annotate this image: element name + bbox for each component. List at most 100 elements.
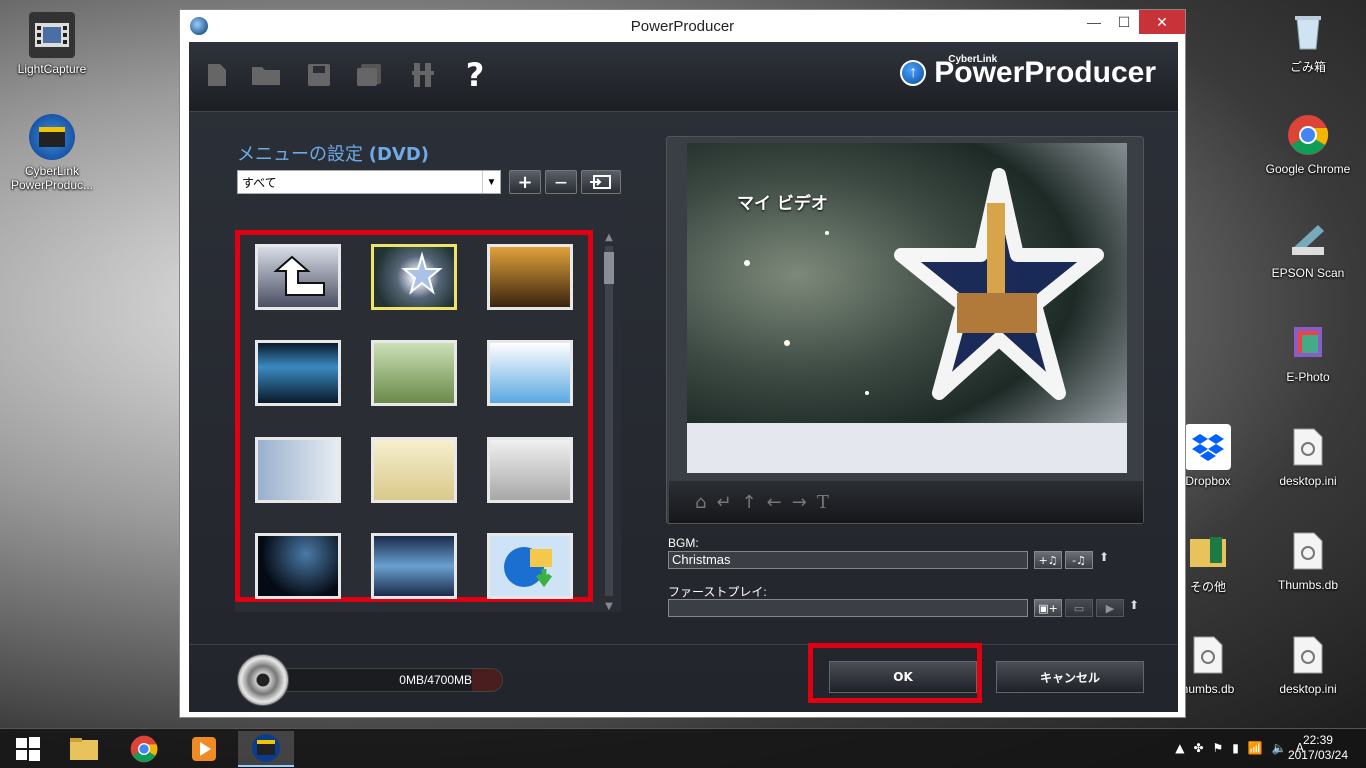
film-icon (29, 12, 75, 58)
desktop-icon-label: ごみ箱 (1289, 60, 1326, 74)
menu-settings-title: メニューの設定 (DVD) (237, 140, 429, 166)
save-as-icon[interactable] (355, 60, 383, 90)
photo-app-icon (1285, 320, 1331, 366)
clock-time: 22:39 (1302, 733, 1333, 747)
powerproducer-window: PowerProducer — ☐ ✕ ? ↑ CyberLink PowerP… (179, 9, 1186, 718)
start-button[interactable] (0, 731, 56, 767)
home-icon[interactable]: ⌂ (695, 492, 706, 513)
disc-capacity-bar: 0MB/4700MB (285, 668, 503, 692)
template-thumb-night-scene[interactable] (255, 533, 341, 599)
preview-navigation: ⌂ ↵ ↑ ← → T (669, 481, 1143, 523)
pin-icon[interactable]: ⬆ (1099, 550, 1109, 564)
cancel-button[interactable]: キャンセル (996, 661, 1144, 693)
settings-file-icon (1185, 632, 1231, 678)
scroll-up-icon[interactable]: ▲ (602, 232, 616, 243)
play-icon: ▶ (1105, 601, 1115, 615)
cyberlink-logo: ↑ CyberLink PowerProducer (900, 54, 1156, 90)
import-icon (590, 175, 611, 189)
taskbar-media-player[interactable] (176, 731, 232, 767)
taskbar-chrome[interactable] (116, 731, 172, 767)
bottom-divider (189, 644, 1178, 645)
dropbox-icon (1185, 424, 1231, 470)
desktop-icon-lightcapture[interactable]: LightCapture (4, 12, 100, 76)
template-thumb-watercolor-myvideo[interactable] (487, 340, 573, 406)
desktop-icon-label: E-Photo (1286, 370, 1330, 384)
logo-small-text: CyberLink (948, 54, 998, 65)
main-toolbar: ? ↑ CyberLink PowerProducer (189, 42, 1178, 112)
powerproducer-icon (29, 114, 75, 160)
template-thumb-green-myvideo[interactable] (371, 340, 457, 406)
template-thumb-blue-band[interactable] (255, 340, 341, 406)
back-arrow-icon (273, 255, 325, 296)
desktop-icon-ephoto[interactable]: E-Photo (1260, 320, 1356, 384)
save-icon[interactable] (305, 60, 333, 90)
open-folder-icon[interactable] (249, 60, 283, 90)
add-music-button[interactable]: +♫ (1034, 551, 1062, 569)
desktop-icon-recycle-bin[interactable]: ごみ箱 (1260, 8, 1356, 75)
taskbar-powerproducer[interactable] (238, 731, 294, 767)
add-video-icon: ▣+ (1038, 601, 1058, 615)
preview-panel: マイ ビデオ ⌂ ↵ ↑ ← → T (666, 136, 1144, 524)
taskbar-clock[interactable]: 22:39 2017/03/24 (1288, 733, 1348, 763)
volume-icon[interactable]: 🔈 (1272, 741, 1287, 755)
recycle-bin-icon (1285, 8, 1331, 54)
menu-preview[interactable]: マイ ビデオ (687, 143, 1127, 473)
desktop-icon-epson-scan[interactable]: EPSON Scan (1260, 216, 1356, 280)
minimize-button[interactable]: — (1079, 10, 1109, 34)
add-first-play-button[interactable]: ▣+ (1034, 599, 1062, 617)
remove-music-button[interactable]: -♫ (1065, 551, 1093, 569)
up-arrow-icon[interactable]: ↑ (742, 492, 757, 513)
powerproducer-icon (252, 734, 280, 762)
first-play-field[interactable] (668, 599, 1028, 617)
template-thumb-floral-couple[interactable] (371, 437, 457, 503)
desktop-icon-desktop-ini[interactable]: desktop.ini (1260, 424, 1356, 488)
template-filter-select[interactable]: すべて ▼ (237, 170, 501, 194)
settings-file-icon (1285, 632, 1331, 678)
text-tool-icon[interactable]: T (817, 492, 829, 513)
left-arrow-icon[interactable]: ← (767, 492, 782, 513)
template-thumb-back[interactable] (255, 244, 341, 310)
template-thumb-download[interactable] (487, 533, 573, 599)
taskbar-explorer[interactable] (56, 731, 112, 767)
desktop-icon-desktop-ini-2[interactable]: desktop.ini (1260, 632, 1356, 696)
add-template-button[interactable]: + (509, 170, 541, 194)
import-template-button[interactable] (581, 170, 621, 194)
tray-flag-icon[interactable]: ⚑ (1213, 741, 1224, 755)
tray-app-icon[interactable]: ✤ (1193, 741, 1203, 755)
scroll-down-icon[interactable]: ▼ (602, 601, 616, 612)
taskbar: ▲ ✤ ⚑ ▮ 📶 🔈 A 22:39 2017/03/24 (0, 728, 1366, 768)
template-thumb-soft-blue-couple[interactable] (255, 437, 341, 503)
window-title: PowerProducer (630, 17, 735, 35)
remove-first-play-button[interactable]: ▭ (1065, 599, 1093, 617)
gallery-scrollbar[interactable]: ▲ ▼ (602, 232, 616, 612)
help-icon[interactable]: ? (461, 56, 489, 94)
chevron-down-icon[interactable]: ▼ (482, 171, 500, 193)
remove-template-button[interactable]: — (545, 170, 577, 194)
battery-icon[interactable]: ▮ (1232, 741, 1239, 755)
desktop-icon-powerproducer[interactable]: CyberLink PowerProduc... (4, 114, 100, 192)
pin-icon[interactable]: ⬆ (1129, 598, 1139, 612)
clock-date: 2017/03/24 (1287, 748, 1348, 762)
scroll-thumb[interactable] (604, 252, 614, 284)
close-button[interactable]: ✕ (1139, 10, 1185, 34)
tools-icon[interactable] (409, 60, 437, 90)
desktop-icon-thumbs-db[interactable]: Thumbs.db (1260, 528, 1356, 592)
return-icon[interactable]: ↵ (716, 492, 731, 513)
play-first-play-button[interactable]: ▶ (1096, 599, 1124, 617)
template-thumb-globe-beach[interactable] (371, 533, 457, 599)
template-thumb-star-christmas[interactable] (371, 244, 457, 310)
download-globe-icon (504, 547, 552, 588)
windows-logo-icon (16, 737, 40, 761)
template-thumb-sunset-portrait[interactable] (487, 244, 573, 310)
tray-expand-icon[interactable]: ▲ (1175, 741, 1184, 755)
new-file-icon[interactable] (203, 60, 231, 90)
template-thumb-grey-portrait[interactable] (487, 437, 573, 503)
bgm-field[interactable]: Christmas (668, 551, 1028, 569)
window-titlebar[interactable]: PowerProducer — ☐ ✕ (180, 10, 1185, 42)
network-icon[interactable]: 📶 (1248, 741, 1263, 755)
chrome-icon (130, 735, 158, 763)
remove-music-icon: -♫ (1072, 553, 1086, 567)
desktop-icon-chrome[interactable]: Google Chrome (1260, 112, 1356, 176)
maximize-button[interactable]: ☐ (1109, 10, 1139, 34)
right-arrow-icon[interactable]: → (792, 492, 807, 513)
